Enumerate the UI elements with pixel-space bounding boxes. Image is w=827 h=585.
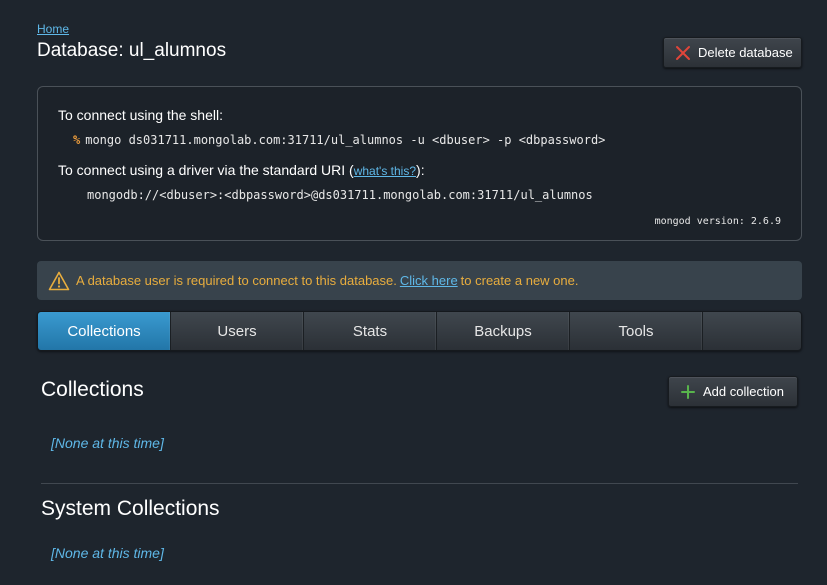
- section-divider: [41, 483, 798, 484]
- tab-users[interactable]: Users: [171, 312, 304, 350]
- warning-text-after: to create a new one.: [460, 273, 579, 288]
- close-x-icon: [674, 44, 692, 62]
- db-user-warning-banner: A database user is required to connect t…: [37, 261, 802, 300]
- tab-stats[interactable]: Stats: [304, 312, 437, 350]
- shell-connect-label: To connect using the shell:: [58, 107, 223, 123]
- shell-prompt: %: [73, 133, 81, 147]
- database-page: Home Database: ul_alumnos Delete databas…: [0, 0, 827, 585]
- system-collections-empty-note: [None at this time]: [51, 545, 164, 561]
- delete-database-label: Delete database: [698, 45, 793, 60]
- delete-database-button[interactable]: Delete database: [663, 37, 802, 68]
- page-title: Database: ul_alumnos: [37, 40, 227, 61]
- tab-collections[interactable]: Collections: [38, 312, 171, 350]
- warning-text: A database user is required to connect t…: [76, 273, 397, 288]
- driver-connect-label: To connect using a driver via the standa…: [58, 162, 425, 178]
- connection-info-box: To connect using the shell: % mongo ds031…: [37, 86, 802, 241]
- shell-command: % mongo ds031711.mongolab.com:31711/ul_al…: [73, 133, 605, 147]
- plus-icon: [679, 383, 697, 401]
- add-collection-button[interactable]: Add collection: [668, 376, 798, 407]
- breadcrumb-home-link[interactable]: Home: [37, 22, 69, 36]
- shell-command-text: mongo ds031711.mongolab.com:31711/ul_alu…: [85, 133, 606, 147]
- mongod-version: mongod version: 2.6.9: [654, 216, 781, 227]
- driver-label-prefix: To connect using a driver via the standa…: [58, 162, 354, 178]
- connection-uri: mongodb://<dbuser>:<dbpassword>@ds031711…: [87, 188, 593, 202]
- collections-heading: Collections: [41, 378, 144, 401]
- system-collections-heading: System Collections: [41, 497, 220, 520]
- driver-label-suffix: ):: [416, 162, 425, 178]
- create-user-link[interactable]: Click here: [400, 273, 458, 288]
- whats-this-link[interactable]: what's this?: [354, 164, 416, 178]
- add-collection-label: Add collection: [703, 384, 784, 399]
- database-tabs: Collections Users Stats Backups Tools: [37, 311, 802, 351]
- tab-backups[interactable]: Backups: [437, 312, 570, 350]
- warning-triangle-icon: [48, 271, 70, 291]
- collections-empty-note: [None at this time]: [51, 435, 164, 451]
- tab-tools[interactable]: Tools: [570, 312, 703, 350]
